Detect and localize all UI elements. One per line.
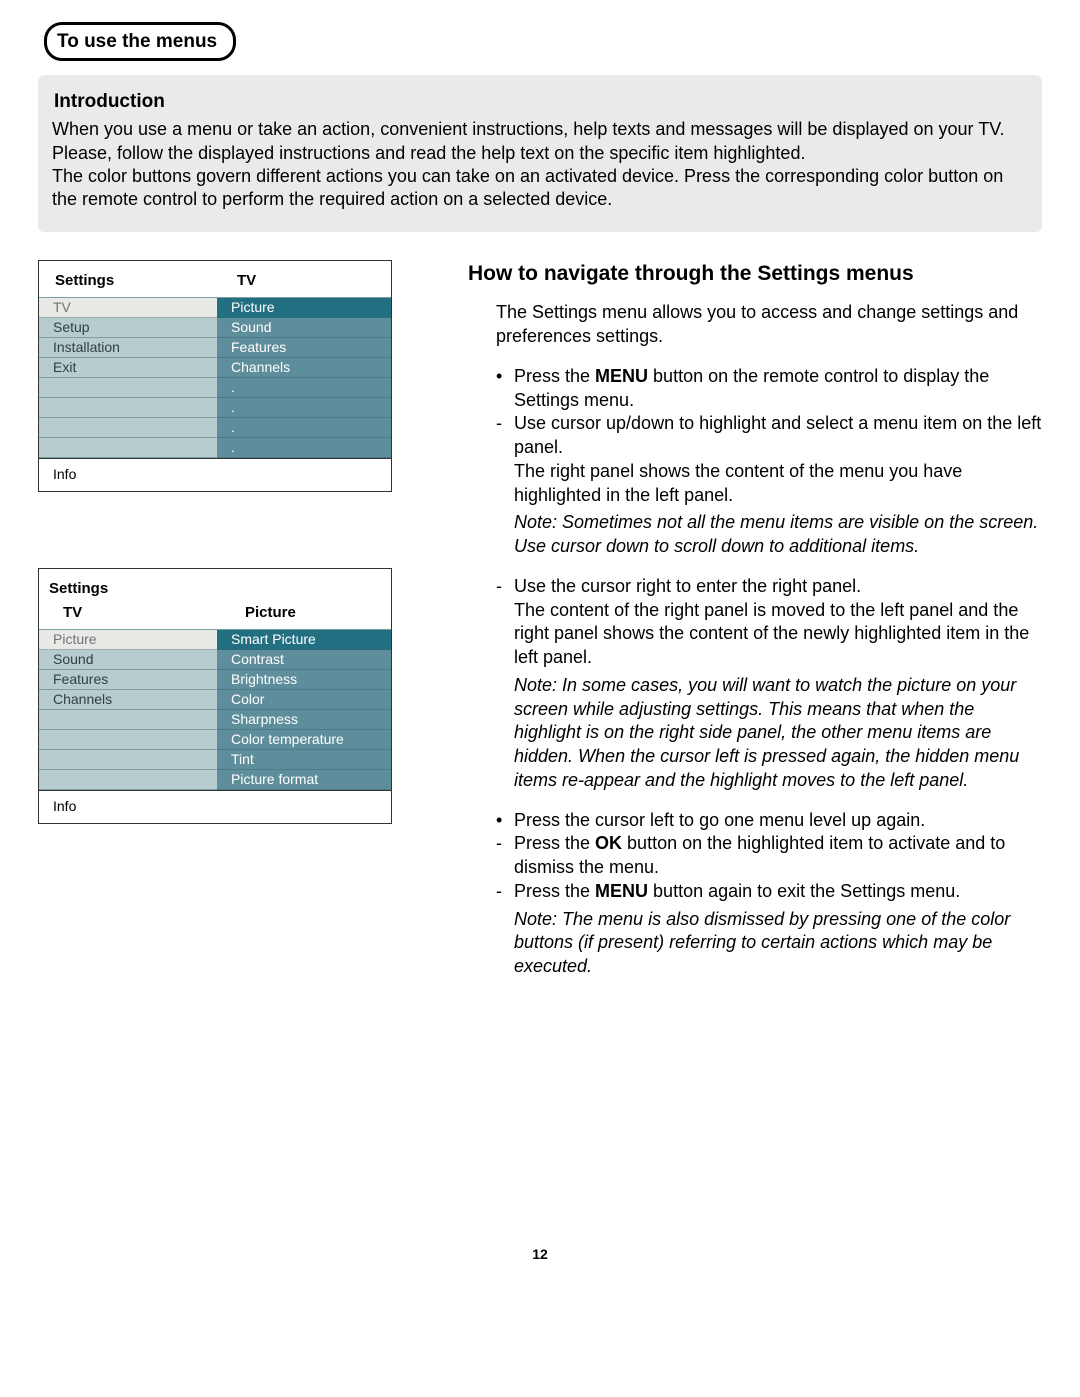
fig1-right-blank: . [217,418,391,438]
fig1-right-blank: . [217,438,391,458]
note-2: Note: In some cases, you will want to wa… [496,674,1042,793]
fig1-left-3: Exit [39,358,217,378]
fig2-right-4: Sharpness [217,710,391,730]
intro-box: Introduction When you use a menu or take… [38,75,1042,232]
fig2-right-1: Contrast [217,650,391,670]
fig1-head-right: TV [237,271,391,291]
fig1-left-blank: . [39,418,217,438]
fig2-right-5: Color temperature [217,730,391,750]
right-p3: The content of the right panel is moved … [496,599,1042,670]
fig1-left-1: Setup [39,318,217,338]
settings-figure-2: Settings TV Picture Picture Sound Featur… [38,568,392,824]
page-number: 12 [38,1245,1042,1263]
fig2-right-7: Picture format [217,770,391,790]
bullet-3: - Use the cursor right to enter the righ… [496,575,1042,599]
fig1-left-blank: . [39,378,217,398]
intro-p2: The color buttons govern different actio… [52,165,1028,212]
note-1: Note: Sometimes not all the menu items a… [496,511,1042,559]
right-title: How to navigate through the Settings men… [468,260,1042,288]
fig2-sub-right: Picture [245,603,391,623]
fig1-right-blank: . [217,398,391,418]
fig2-left-blank: . [39,710,217,730]
right-p1: The Settings menu allows you to access a… [496,301,1042,349]
right-p2: The right panel shows the content of the… [496,460,1042,508]
fig2-right-2: Brightness [217,670,391,690]
fig2-right-3: Color [217,690,391,710]
fig1-footer: Info [39,458,391,491]
fig2-right-0: Smart Picture [217,630,391,650]
section-tab: To use the menus [44,22,236,61]
fig1-right-1: Sound [217,318,391,338]
fig2-right-6: Tint [217,750,391,770]
fig1-right-0: Picture [217,298,391,318]
fig1-head-left: Settings [39,271,237,291]
fig1-left-blank: . [39,438,217,458]
fig2-left-blank: . [39,730,217,750]
fig1-right-3: Channels [217,358,391,378]
note-3: Note: The menu is also dismissed by pres… [496,908,1042,979]
intro-p1: When you use a menu or take an action, c… [52,118,1028,165]
fig2-footer: Info [39,790,391,823]
fig2-left-2: Features [39,670,217,690]
fig1-right-2: Features [217,338,391,358]
bullet-6: - Press the MENU button again to exit th… [496,880,1042,904]
fig2-left-3: Channels [39,690,217,710]
bullet-4: • Press the cursor left to go one menu l… [496,809,1042,833]
bullet-2: - Use cursor up/down to highlight and se… [496,412,1042,460]
bullet-5: - Press the OK button on the highlighted… [496,832,1042,880]
fig2-head-left: Settings [39,579,391,603]
intro-heading: Introduction [54,89,1028,114]
fig2-left-blank: . [39,770,217,790]
fig2-left-1: Sound [39,650,217,670]
bullet-1: • Press the MENU button on the remote co… [496,365,1042,413]
fig2-left-blank: . [39,750,217,770]
settings-figure-1: Settings TV TV Setup Installation Exit .… [38,260,392,492]
fig1-left-0: TV [39,298,217,318]
fig1-left-blank: . [39,398,217,418]
fig1-left-2: Installation [39,338,217,358]
fig2-sub-left: TV [39,603,245,623]
fig1-right-blank: . [217,378,391,398]
fig2-left-0: Picture [39,630,217,650]
